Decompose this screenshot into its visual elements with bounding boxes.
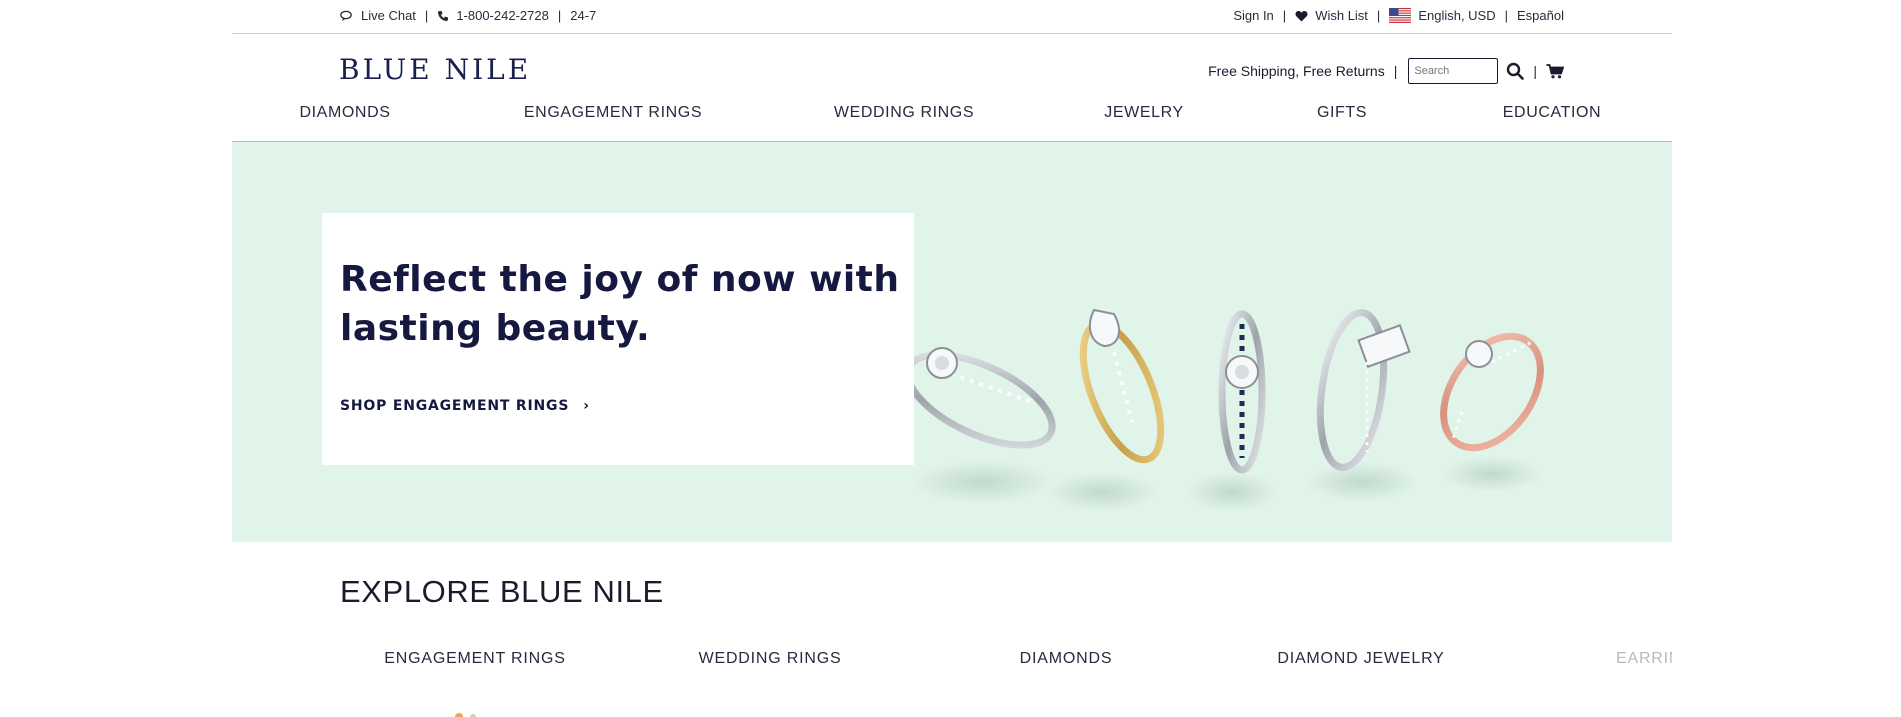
search-button[interactable] <box>1506 62 1525 80</box>
site-header: BLUE NILE Free Shipping, Free Returns | … <box>232 34 1672 142</box>
separator: | <box>1376 8 1381 23</box>
utility-bar: Live Chat | 1-800-242-2728 | 24-7 Sign I… <box>232 0 1672 34</box>
search-icon <box>1507 62 1525 80</box>
separator: | <box>1393 63 1398 79</box>
separator: | <box>1533 63 1537 79</box>
cart-button[interactable] <box>1546 63 1564 79</box>
phone-number: 1-800-242-2728 <box>456 8 549 23</box>
locale-selector[interactable]: English, USD <box>1389 8 1496 23</box>
ring-emerald-cut <box>1316 309 1411 471</box>
locale-label: English, USD <box>1418 8 1496 23</box>
explore-wedding-rings[interactable]: WEDDING RINGS <box>699 650 842 668</box>
hero-promo-card: Reflect the joy of now with lasting beau… <box>322 213 914 465</box>
explore-engagement-rings[interactable]: ENGAGEMENT RINGS <box>384 650 565 668</box>
support-hours: 24-7 <box>570 8 597 23</box>
separator: | <box>424 8 429 23</box>
separator: | <box>1282 8 1287 23</box>
nav-wedding-rings[interactable]: WEDDING RINGS <box>834 104 974 122</box>
engagement-rings-image <box>904 308 1544 512</box>
explore-category-list: ENGAGEMENT RINGS WEDDING RINGS DIAMONDS … <box>232 650 1672 680</box>
wish-list-link[interactable]: Wish List <box>1295 8 1368 23</box>
explore-heading: EXPLORE BLUE NILE <box>340 574 664 609</box>
chat-icon <box>340 10 352 21</box>
ring-platinum-round <box>904 347 1056 449</box>
utility-left: Live Chat | 1-800-242-2728 | 24-7 <box>340 8 596 23</box>
utility-right: Sign In | Wish List | English, USD | Esp… <box>1233 8 1564 23</box>
cta-label: SHOP ENGAGEMENT RINGS <box>340 398 570 414</box>
ring-gold-pear <box>1079 308 1165 464</box>
separator: | <box>557 8 562 23</box>
us-flag-icon <box>1389 8 1412 23</box>
search-input[interactable] <box>1408 58 1499 84</box>
hero-banner[interactable]: Reflect the joy of now with lasting beau… <box>232 142 1672 542</box>
main-nav: DIAMONDS ENGAGEMENT RINGS WEDDING RINGS … <box>232 104 1672 138</box>
header-tools: Free Shipping, Free Returns | | <box>1208 58 1564 84</box>
nav-education[interactable]: EDUCATION <box>1503 104 1601 122</box>
shop-engagement-rings-link[interactable]: SHOP ENGAGEMENT RINGS › <box>340 398 590 414</box>
phone-link[interactable]: 1-800-242-2728 <box>437 8 549 23</box>
separator: | <box>1504 8 1509 23</box>
explore-earrings[interactable]: EARRIN <box>1616 650 1672 668</box>
nav-engagement-rings[interactable]: ENGAGEMENT RINGS <box>524 104 702 122</box>
ring-rose-gold-oval <box>1440 332 1544 452</box>
chevron-right-icon: › <box>583 398 590 414</box>
heart-icon <box>1295 10 1308 21</box>
live-chat-link[interactable]: Live Chat <box>340 8 416 23</box>
nav-gifts[interactable]: GIFTS <box>1317 104 1367 122</box>
ring-sapphire-accent <box>1218 310 1266 474</box>
phone-icon <box>438 10 449 21</box>
sign-in-link[interactable]: Sign In <box>1233 8 1273 23</box>
explore-diamond-jewelry[interactable]: DIAMOND JEWELRY <box>1277 650 1444 668</box>
explore-diamonds[interactable]: DIAMONDS <box>1020 650 1113 668</box>
blue-nile-logo[interactable]: BLUE NILE <box>339 53 531 86</box>
live-chat-label: Live Chat <box>361 8 416 23</box>
shipping-promo[interactable]: Free Shipping, Free Returns <box>1208 63 1385 79</box>
cart-icon <box>1546 63 1564 78</box>
nav-jewelry[interactable]: JEWELRY <box>1104 104 1183 122</box>
hero-headline: Reflect the joy of now with lasting beau… <box>340 259 900 349</box>
language-link[interactable]: Español <box>1517 8 1564 23</box>
decorative-accent <box>455 713 476 717</box>
nav-diamonds[interactable]: DIAMONDS <box>299 104 390 122</box>
wish-list-label: Wish List <box>1315 8 1368 23</box>
